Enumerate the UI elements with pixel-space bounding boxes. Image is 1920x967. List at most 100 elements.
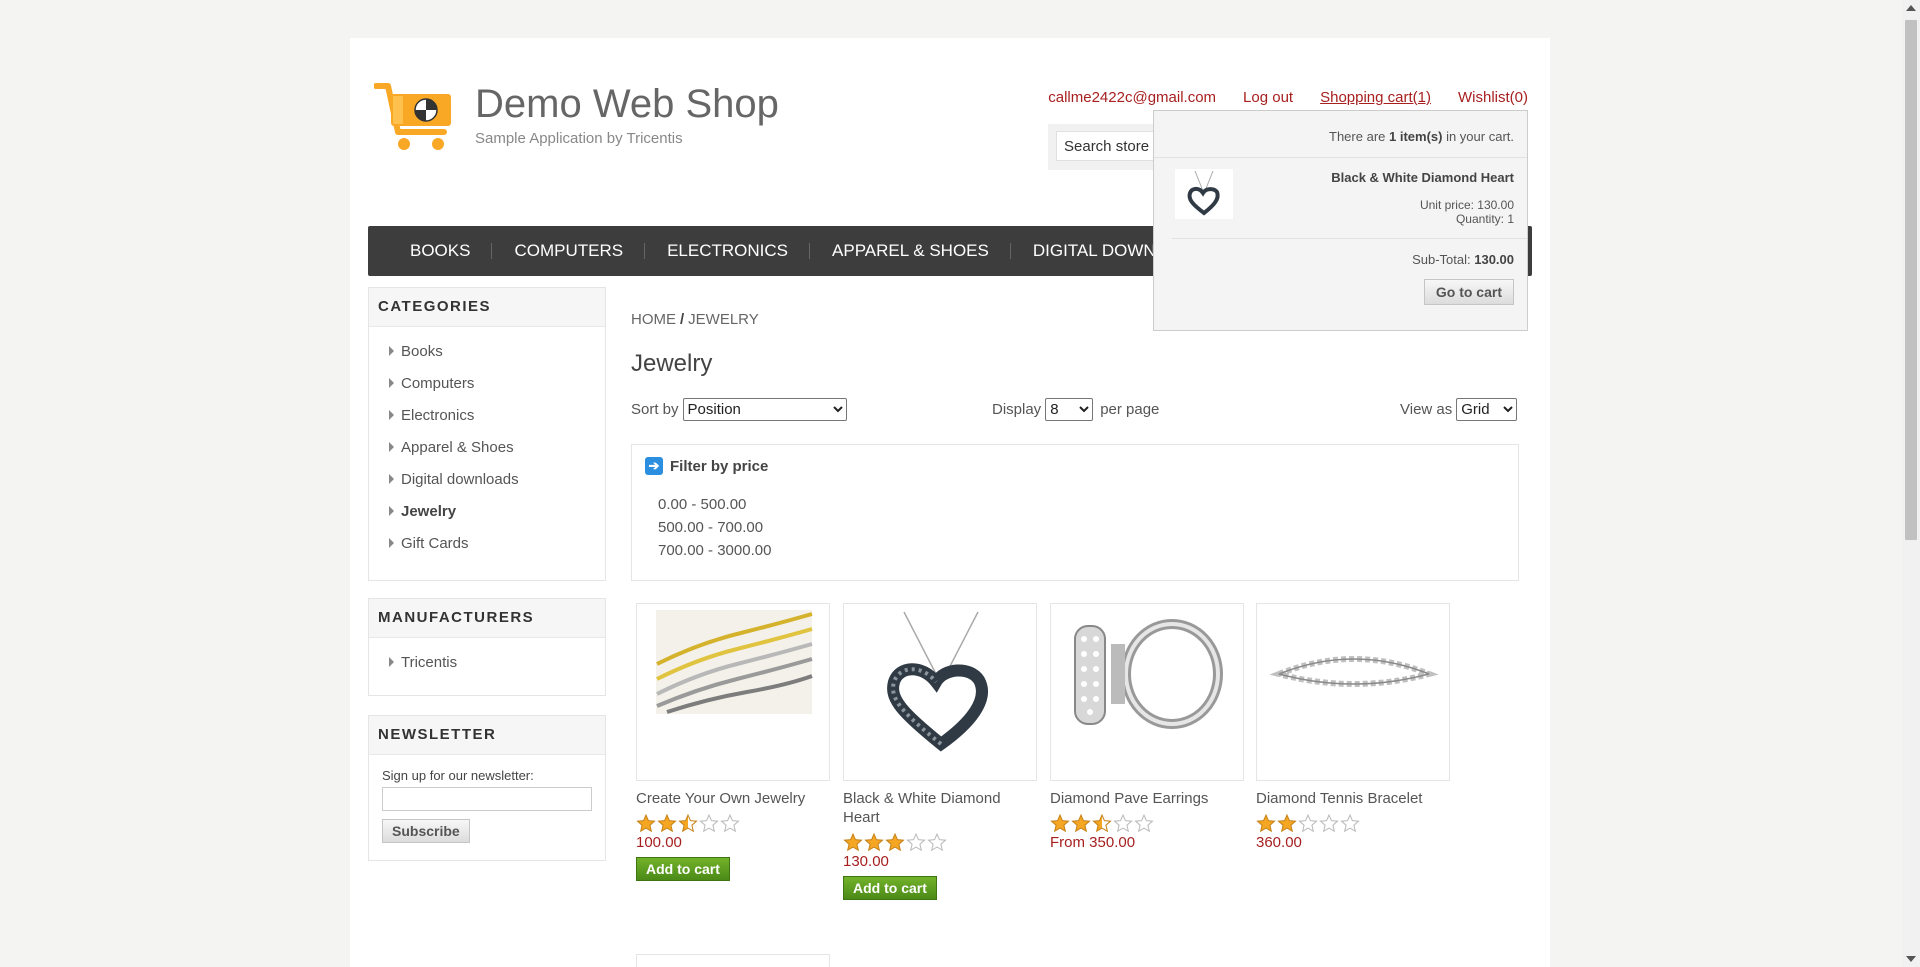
product-price: 100.00 [636,834,682,851]
category-books[interactable]: Books [389,335,605,367]
cart-item-thumbnail[interactable] [1175,169,1233,219]
nav-item-books[interactable]: BOOKS [388,241,493,261]
logout-link[interactable]: Log out [1243,89,1293,106]
wishlist-link[interactable]: Wishlist(0) [1458,89,1528,106]
cart-count-text: There are 1 item(s) in your cart. [1329,129,1514,144]
divider [1172,238,1527,239]
chain-jewelry-image [656,610,813,714]
product-item: Diamond Tennis Bracelet 360.00 [1256,603,1450,851]
product-image[interactable] [636,603,830,781]
star-icon [720,814,740,832]
product-title[interactable]: Black & White Diamond Heart [843,789,1037,827]
scroll-up-arrow-icon[interactable] [1906,5,1916,11]
star-icon [1340,814,1360,832]
go-to-cart-button[interactable]: Go to cart [1423,279,1514,305]
product-title[interactable]: Diamond Pave Earrings [1050,789,1244,808]
product-image[interactable] [1256,603,1450,781]
product-item: Black & White Diamond Heart 130.00 Add t… [843,603,1037,900]
sort-select[interactable]: Position [682,398,847,421]
star-icon [1050,814,1070,832]
subscribe-button[interactable]: Subscribe [382,819,470,843]
cart-item-quantity: Quantity: 1 [1455,212,1514,226]
price-range-link[interactable]: 0.00 - 500.00 [658,496,771,519]
star-icon [699,814,719,832]
breadcrumb: HOME / JEWELRY [631,311,759,328]
price-filter-title[interactable]: ➔ Filter by price [645,457,768,475]
display-control: Display 8 per page [992,398,1159,421]
add-to-cart-button[interactable]: Add to cart [636,857,730,881]
shopping-cart-link[interactable]: Shopping cart(1) [1320,89,1431,106]
sort-by-control: Sort by Position [631,398,847,421]
search-input[interactable] [1056,131,1166,161]
breadcrumb-home[interactable]: HOME [631,311,676,328]
page-size-select[interactable]: 8 [1045,398,1094,421]
price-range-link[interactable]: 500.00 - 700.00 [658,519,771,542]
star-icon [657,814,677,832]
star-icon [843,833,863,851]
product-image[interactable] [1050,603,1244,781]
product-image[interactable] [843,603,1037,781]
heart-pendant-thumb-icon [1187,170,1220,216]
shop-name: Demo Web Shop [475,82,779,126]
category-apparel-shoes[interactable]: Apparel & Shoes [389,431,605,463]
category-electronics[interactable]: Electronics [389,399,605,431]
nav-item-apparel-shoes[interactable]: APPAREL & SHOES [810,241,1011,261]
star-icon [1134,814,1154,832]
star-icon [636,814,656,832]
product-price: From 350.00 [1050,834,1136,851]
shop-subtitle: Sample Application by Tricentis [475,130,683,147]
category-gift-cards[interactable]: Gift Cards [389,527,605,559]
breadcrumb-separator: / [680,311,685,328]
product-title[interactable]: Create Your Own Jewelry [636,789,830,808]
add-to-cart-button[interactable]: Add to cart [843,876,937,900]
view-label: View as [1400,401,1453,418]
manufacturers-block: MANUFACTURERS Tricentis [368,598,606,696]
star-icon [1092,814,1112,832]
vertical-scrollbar[interactable] [1902,0,1920,967]
cart-subtotal: Sub-Total: 130.00 [1412,252,1514,267]
star-icon [678,814,698,832]
scrollbar-thumb[interactable] [1905,20,1917,540]
star-icon [1256,814,1276,832]
category-jewelry[interactable]: Jewelry [389,495,605,527]
product-item: Create Your Own Jewelry 100.00 Add to ca… [636,603,830,881]
newsletter-block: NEWSLETTER Sign up for our newsletter: S… [368,715,606,861]
newsletter-email-input[interactable] [382,787,592,811]
star-icon [1071,814,1091,832]
shopping-cart-logo-icon [374,83,451,150]
display-label: Display [992,401,1042,418]
view-mode-select[interactable]: Grid [1456,398,1518,421]
cart-item-name[interactable]: Black & White Diamond Heart [1331,170,1514,185]
categories-title: CATEGORIES [369,288,605,327]
view-mode-control: View as Grid [1400,398,1518,421]
scroll-down-arrow-icon[interactable] [1906,956,1916,962]
mini-cart-flyout: There are 1 item(s) in your cart. Black … [1153,110,1528,331]
nav-item-electronics[interactable]: ELECTRONICS [645,241,810,261]
newsletter-title: NEWSLETTER [369,716,605,755]
account-email-link[interactable]: callme2422c@gmail.com [1048,89,1216,106]
product-title[interactable]: Diamond Tennis Bracelet [1256,789,1450,808]
shop-logo[interactable]: Demo Web Shop Sample Application by Tric… [374,82,779,162]
categories-block: CATEGORIES Books Computers Electronics A… [368,287,606,581]
price-range-link[interactable]: 700.00 - 3000.00 [658,542,771,565]
header-links: callme2422c@gmail.com Log out Shopping c… [1048,89,1528,106]
page-title: Jewelry [631,350,713,377]
product-price: 130.00 [843,853,889,870]
category-computers[interactable]: Computers [389,367,605,399]
pave-earrings-image [1074,619,1223,729]
nav-item-computers[interactable]: COMPUTERS [492,241,645,261]
star-icon [885,833,905,851]
manufacturers-title: MANUFACTURERS [369,599,605,638]
manufacturer-tricentis[interactable]: Tricentis [389,646,605,678]
heart-pendant-image [887,611,988,752]
product-rating [1256,814,1450,832]
product-price: 360.00 [1256,834,1302,851]
product-rating [1050,814,1244,832]
product-item[interactable] [636,954,830,967]
per-page-label: per page [1100,401,1160,418]
star-icon [1319,814,1339,832]
newsletter-label: Sign up for our newsletter: [382,768,534,783]
sort-label: Sort by [631,401,679,418]
category-digital-downloads[interactable]: Digital downloads [389,463,605,495]
product-rating [843,833,1037,851]
